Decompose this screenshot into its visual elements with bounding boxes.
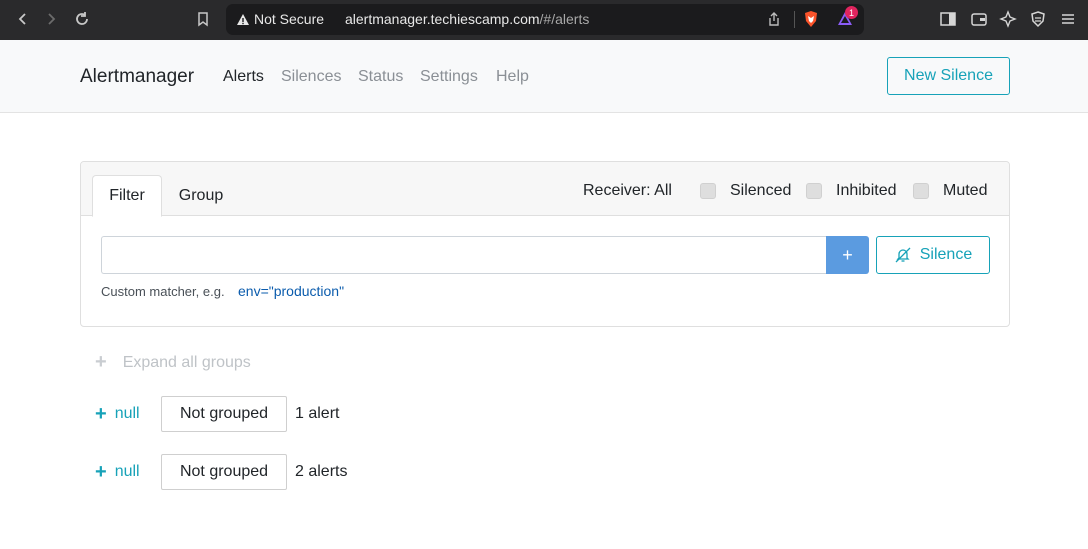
matcher-input[interactable]: [101, 236, 827, 274]
new-silence-button[interactable]: New Silence: [887, 57, 1010, 95]
plus-icon: +: [95, 460, 107, 483]
expand-all-groups[interactable]: + Expand all groups: [95, 351, 251, 374]
nav-link-status[interactable]: Status: [358, 68, 403, 86]
alert-group: + null Not grouped 2 alerts: [95, 454, 347, 490]
group-toggle-label: null: [114, 463, 140, 480]
share-icon[interactable]: [766, 11, 782, 27]
checkbox-box[interactable]: [700, 183, 716, 199]
back-icon[interactable]: [12, 8, 34, 30]
muted-checkbox[interactable]: Muted: [913, 182, 987, 200]
silence-button[interactable]: Silence: [876, 236, 990, 274]
app-navbar: Alertmanager Alerts Silences Status Sett…: [0, 40, 1088, 113]
security-status: Not Secure: [254, 11, 325, 27]
sidebar-icon[interactable]: [939, 10, 957, 28]
address-bar[interactable]: Not Secure alertmanager.techiescamp.com/…: [226, 4, 864, 35]
plus-icon: +: [95, 402, 107, 425]
group-label-badge: Not grouped: [161, 454, 287, 490]
url-host: alertmanager.techiescamp.com: [345, 11, 540, 27]
checkbox-label: Inhibited: [836, 182, 897, 199]
tab-filter[interactable]: Filter: [92, 175, 162, 217]
group-alert-count: 2 alerts: [295, 463, 348, 480]
forward-icon[interactable]: [40, 8, 62, 30]
brave-shield-icon[interactable]: [802, 10, 820, 28]
expand-all-label: Expand all groups: [122, 353, 251, 371]
group-label-badge: Not grouped: [161, 396, 287, 432]
warning-icon: [237, 14, 249, 25]
rewards-badge: 1: [845, 6, 858, 19]
url-path: /#/alerts: [539, 11, 590, 27]
plus-icon: +: [95, 351, 107, 373]
matcher-hint: Custom matcher, e.g.: [101, 284, 225, 299]
url-text: alertmanager.techiescamp.com/#/alerts: [345, 11, 589, 27]
nav-link-help[interactable]: Help: [496, 68, 529, 86]
leo-ai-icon[interactable]: [999, 10, 1017, 28]
silence-button-label: Silence: [919, 246, 973, 263]
group-alert-count: 1 alert: [295, 405, 340, 422]
group-expand-toggle[interactable]: + null: [95, 461, 161, 484]
filter-card: Filter Group Receiver: All Silenced Inhi…: [80, 161, 1010, 327]
url-divider: [794, 11, 795, 28]
group-toggle-label: null: [114, 405, 140, 422]
menu-icon[interactable]: [1059, 10, 1077, 28]
nav-link-settings[interactable]: Settings: [420, 68, 478, 86]
checkbox-box[interactable]: [806, 183, 822, 199]
inhibited-checkbox[interactable]: Inhibited: [806, 182, 897, 200]
add-matcher-button[interactable]: +: [826, 236, 869, 274]
matcher-hint-example[interactable]: env="production": [238, 283, 344, 299]
alert-group: + null Not grouped 1 alert: [95, 396, 339, 432]
bookmark-icon[interactable]: [192, 8, 214, 30]
filter-card-header: Filter Group Receiver: All Silenced Inhi…: [81, 162, 1009, 217]
group-expand-toggle[interactable]: + null: [95, 403, 161, 426]
bell-slash-icon: [895, 247, 911, 263]
checkbox-box[interactable]: [913, 183, 929, 199]
silenced-checkbox[interactable]: Silenced: [700, 182, 791, 200]
reload-icon[interactable]: [71, 8, 93, 30]
wallet-icon[interactable]: [970, 10, 988, 28]
nav-link-silences[interactable]: Silences: [281, 68, 341, 86]
receiver-selector[interactable]: Receiver: All: [583, 182, 672, 200]
brand-title[interactable]: Alertmanager: [80, 66, 194, 88]
checkbox-label: Muted: [943, 182, 988, 199]
browser-toolbar: Not Secure alertmanager.techiescamp.com/…: [0, 0, 1088, 40]
checkbox-label: Silenced: [730, 182, 792, 199]
tab-group[interactable]: Group: [169, 175, 233, 217]
vpn-shield-icon[interactable]: [1029, 10, 1047, 28]
nav-link-alerts[interactable]: Alerts: [223, 68, 264, 86]
